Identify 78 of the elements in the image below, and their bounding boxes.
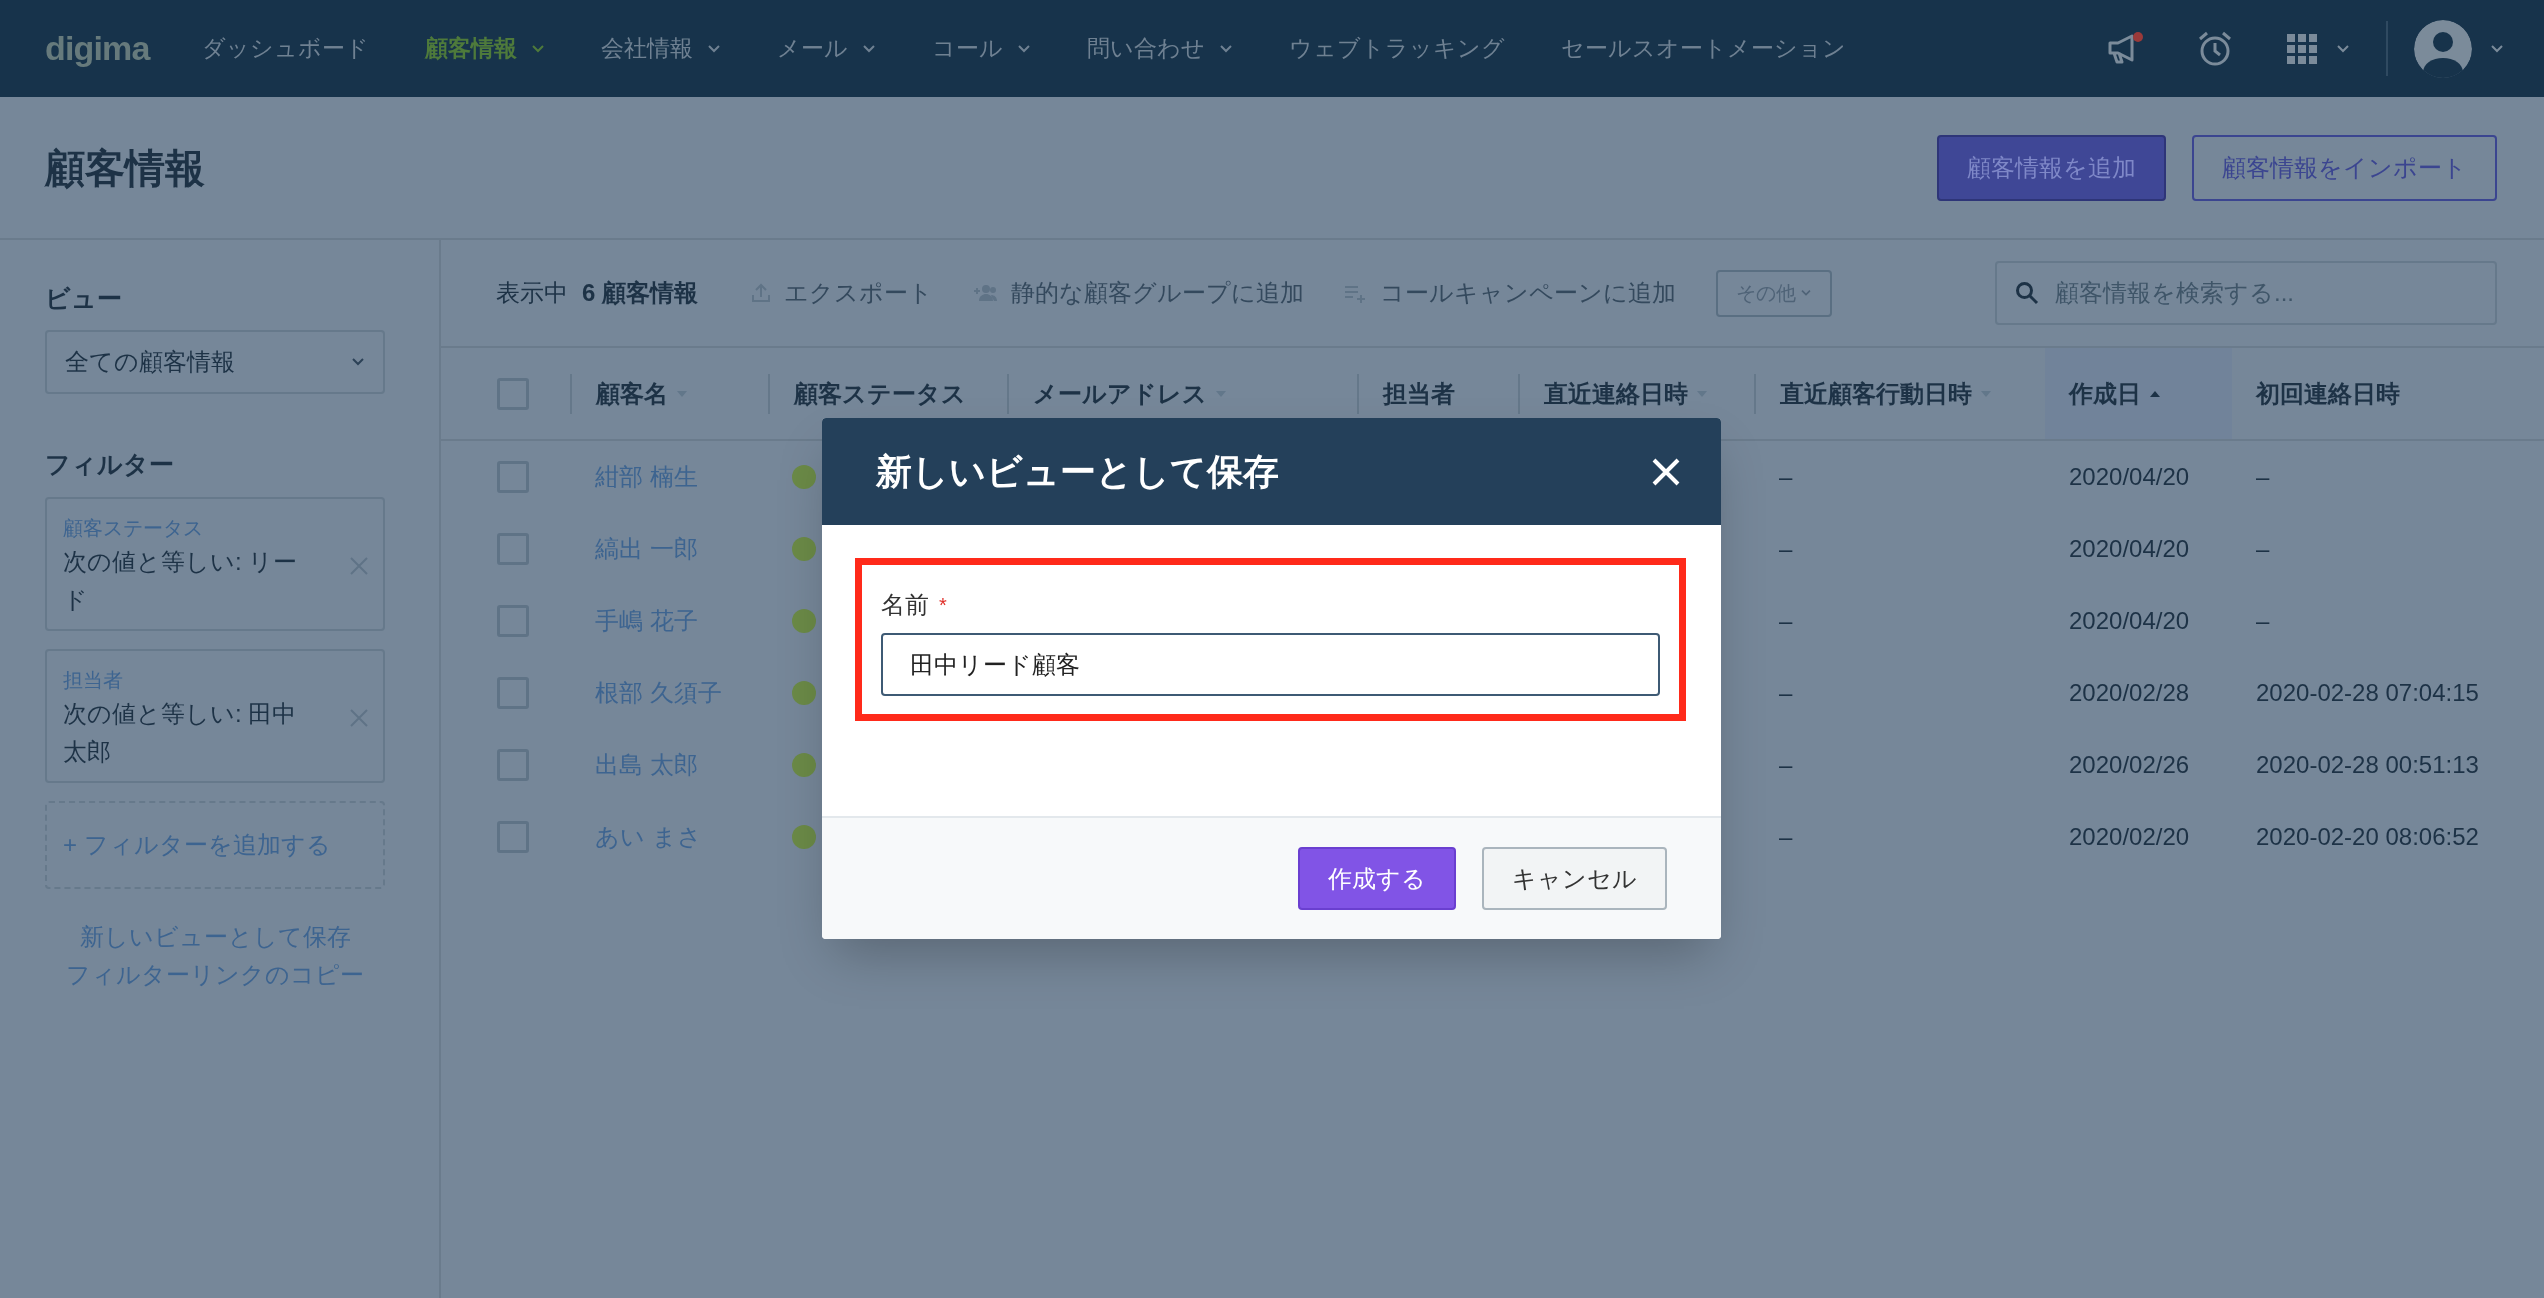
table-cell-text: 2020/04/20 [2069,606,2190,636]
table-cell-text: – [1779,462,1793,492]
table-cell-text: 2020-02-20 08:06:52 [2256,822,2479,852]
chevron-down-icon[interactable] [707,43,722,54]
filter-condition: 次の値と等しい: 田中太郎 [63,699,298,767]
table-cell-text: 2020-02-28 00:51:13 [2256,750,2479,780]
column-header[interactable]: メールアドレス [1033,375,1227,412]
apps-grid-icon[interactable] [2286,32,2318,65]
table-cell-text: – [1779,606,1793,636]
column-header[interactable]: 担当者 [1383,375,1455,412]
customer-name-link[interactable]: 根部 久須子 [595,675,722,711]
column-header[interactable]: 直近顧客行動日時 [1780,375,1992,412]
table-cell-text: 2020/02/20 [2069,822,2190,852]
chevron-down-icon[interactable] [862,43,877,54]
nav-tab[interactable]: メール [777,31,877,66]
table-cell-text: 2020/04/20 [2069,534,2190,564]
alarm-clock-icon[interactable] [2196,29,2234,68]
sidebar-link[interactable]: 新しいビューとして保存 [79,919,351,955]
import-button[interactable]: 顧客情報をインポート [2192,134,2497,201]
add-filter-button[interactable]: + フィルターを追加する [45,801,385,889]
nav-tab[interactable]: セールスオートメーション [1561,31,1847,66]
chevron-down-icon [351,356,365,367]
table-cell-text: 2020/04/20 [2069,462,2190,492]
required-mark: * [939,593,947,618]
record-count: 6 顧客情報 [582,278,698,308]
caret-icon[interactable] [2336,43,2350,54]
customer-name-link[interactable]: 手嶋 花子 [595,603,698,639]
column-header[interactable]: 顧客ステータス [794,375,966,412]
customer-name-link[interactable]: あい まさ [595,819,702,855]
table-cell-text: – [2256,606,2270,636]
logo[interactable]: digima [45,23,150,74]
toolbar-action[interactable]: 静的な顧客グループに追加 [973,275,1304,311]
page-title: 顧客情報 [45,144,205,192]
name-input[interactable]: 田中リード顧客 [881,633,1660,696]
filter-field: 顧客ステータス [63,513,303,543]
table-cell-text: – [1779,534,1793,564]
sort-ascending-icon[interactable] [2149,389,2161,398]
customer-name-link[interactable]: 出島 太郎 [595,747,698,783]
customer-name-link[interactable]: 紺部 楠生 [595,459,698,495]
table-cell-text: – [1779,822,1793,852]
cancel-button[interactable]: キャンセル [1482,847,1667,910]
nav-tab[interactable]: コール [932,31,1032,66]
column-header[interactable]: 初回連絡日時 [2256,375,2400,412]
customer-name-link[interactable]: 縞出 一郎 [595,531,698,567]
column-header[interactable]: 直近連絡日時 [1544,375,1708,412]
view-dropdown[interactable]: 全ての顧客情報 [45,329,385,394]
search-icon [2015,281,2039,305]
toolbar-action[interactable]: コールキャンペーンに追加 [1344,275,1676,311]
filter-condition: 次の値と等しい: リード [63,547,299,615]
count-label: 表示中 [496,278,568,308]
dialog-title: 新しいビューとして保存 [876,449,1279,494]
table-cell-text: – [2256,462,2270,492]
nav-tab[interactable]: 会社情報 [601,31,722,66]
avatar-icon[interactable] [2414,19,2472,78]
filter-field: 担当者 [63,665,303,695]
field-label: 名前 [881,590,929,620]
nav-tab[interactable]: ダッシュボード [202,31,370,66]
section-label: ビュー [45,283,123,314]
chevron-down-icon[interactable] [1017,43,1032,54]
nav-tab[interactable]: 問い合わせ [1087,31,1234,66]
table-cell-text: 2020-02-28 07:04:15 [2256,678,2479,708]
section-label: フィルター [45,448,175,480]
table-cell-text: – [2256,534,2270,564]
nav-tab[interactable]: 顧客情報 [425,31,546,66]
nav-tab[interactable]: ウェブトラッキング [1289,31,1506,66]
add-button[interactable]: 顧客情報を追加 [1937,134,2166,201]
caret-icon[interactable] [2490,43,2504,54]
toolbar-action[interactable]: エクスポート [750,275,933,311]
chevron-down-icon[interactable] [1219,43,1234,54]
chevron-down-icon[interactable] [531,43,546,54]
table-cell-text: 2020/02/26 [2069,750,2190,780]
create-button[interactable]: 作成する [1298,847,1456,910]
sidebar-link[interactable]: フィルターリンクのコピー [66,957,364,993]
table-cell-text: – [1779,678,1793,708]
table-cell-text: – [1779,750,1793,780]
table-cell-text: 2020/02/28 [2069,678,2190,708]
chevron-down-icon [1800,289,1812,297]
column-header[interactable]: 顧客名 [596,375,688,412]
